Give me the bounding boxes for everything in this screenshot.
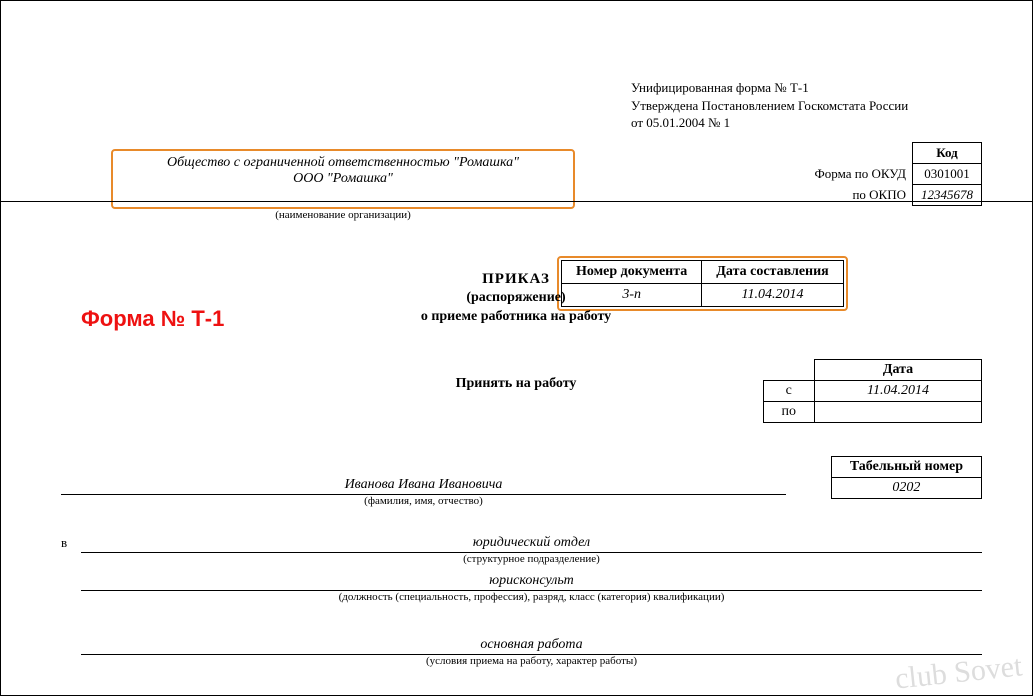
codes-kod-header: Код	[913, 143, 982, 164]
annotation-overlay: Форма № Т-1	[81, 306, 224, 332]
position-line: юрисконсульт	[81, 573, 982, 591]
title-prikaz: ПРИКАЗ	[301, 269, 731, 289]
okud-label: Форма по ОКУД	[807, 164, 913, 185]
worktype-line: основная работа	[81, 637, 982, 655]
tabel-value: 0202	[831, 478, 981, 499]
form-header: Унифицированная форма № Т-1 Утверждена П…	[631, 79, 908, 132]
title-about: о приеме работника на работу	[301, 308, 731, 327]
dept-caption: (структурное подразделение)	[81, 553, 982, 565]
tabel-header: Табельный номер	[831, 457, 981, 478]
v-label: в	[61, 535, 67, 551]
top-divider	[1, 201, 1032, 202]
fio-line: Иванова Ивана Ивановича	[61, 477, 786, 495]
organization-caption: (наименование организации)	[111, 209, 575, 221]
organization-box: Общество с ограниченной ответственностью…	[111, 149, 575, 209]
organization-short: ООО "Ромашка"	[113, 171, 573, 187]
tabel-table: Табельный номер 0202	[831, 456, 982, 499]
dates-header: Дата	[815, 360, 982, 381]
codes-table: Код Форма по ОКУД 0301001 по ОКПО 123456…	[807, 142, 983, 206]
date-from-label: с	[763, 381, 815, 402]
date-from-value: 11.04.2014	[815, 381, 982, 402]
title-block: ПРИКАЗ (распоряжение) о приеме работника…	[301, 269, 731, 327]
date-to-value	[815, 402, 982, 423]
document-page: Унифицированная форма № Т-1 Утверждена П…	[0, 0, 1033, 696]
okpo-value: 12345678	[913, 185, 982, 206]
form-header-line1: Унифицированная форма № Т-1	[631, 79, 908, 97]
position-caption: (должность (специальность, профессия), р…	[81, 591, 982, 603]
title-rasp: (распоряжение)	[301, 289, 731, 308]
dates-table: Дата с 11.04.2014 по	[763, 359, 983, 423]
okpo-label: по ОКПО	[807, 185, 913, 206]
form-header-line2: Утверждена Постановлением Госкомстата Ро…	[631, 97, 908, 115]
fio-caption: (фамилия, имя, отчество)	[61, 495, 786, 507]
form-header-line3: от 05.01.2004 № 1	[631, 114, 908, 132]
date-to-label: по	[763, 402, 815, 423]
dept-line: юридический отдел	[81, 535, 982, 553]
organization-full: Общество с ограниченной ответственностью…	[113, 155, 573, 171]
okud-value: 0301001	[913, 164, 982, 185]
worktype-caption: (условия приема на работу, характер рабо…	[81, 655, 982, 667]
accept-label: Принять на работу	[301, 376, 731, 392]
